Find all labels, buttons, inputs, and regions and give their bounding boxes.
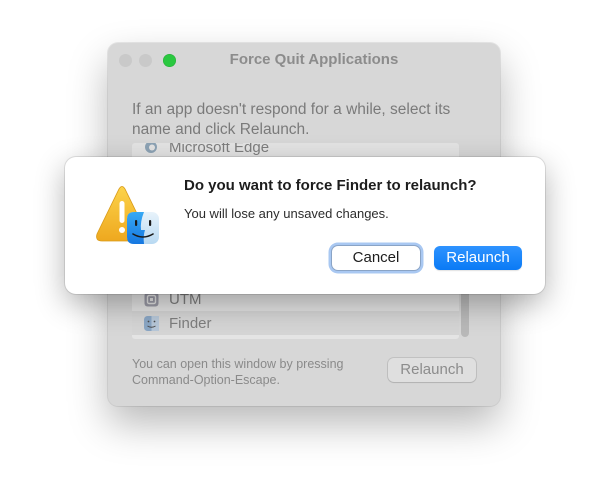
window-title: Force Quit Applications bbox=[229, 51, 399, 68]
app-name: Microsoft Edge bbox=[169, 143, 270, 156]
window-relaunch-button[interactable]: Relaunch bbox=[388, 358, 476, 382]
app-name: Finder bbox=[169, 314, 212, 332]
title-bar: Force Quit Applications bbox=[108, 43, 500, 77]
relaunch-alert-dialog: Do you want to force Finder to relaunch?… bbox=[65, 157, 545, 294]
warning-finder-icon bbox=[89, 184, 165, 250]
app-list-item-finder[interactable]: Finder bbox=[132, 311, 459, 335]
cancel-button[interactable]: Cancel bbox=[332, 246, 420, 270]
finder-icon bbox=[143, 315, 159, 331]
alert-message: You will lose any unsaved changes. bbox=[184, 206, 389, 221]
shortcut-hint: You can open this window by pressing Com… bbox=[132, 357, 344, 387]
instructions-text: If an app doesn't respond for a while, s… bbox=[132, 101, 451, 138]
edge-icon bbox=[143, 143, 159, 155]
alert-title: Do you want to force Finder to relaunch? bbox=[184, 177, 477, 194]
relaunch-button[interactable]: Relaunch bbox=[434, 246, 522, 270]
